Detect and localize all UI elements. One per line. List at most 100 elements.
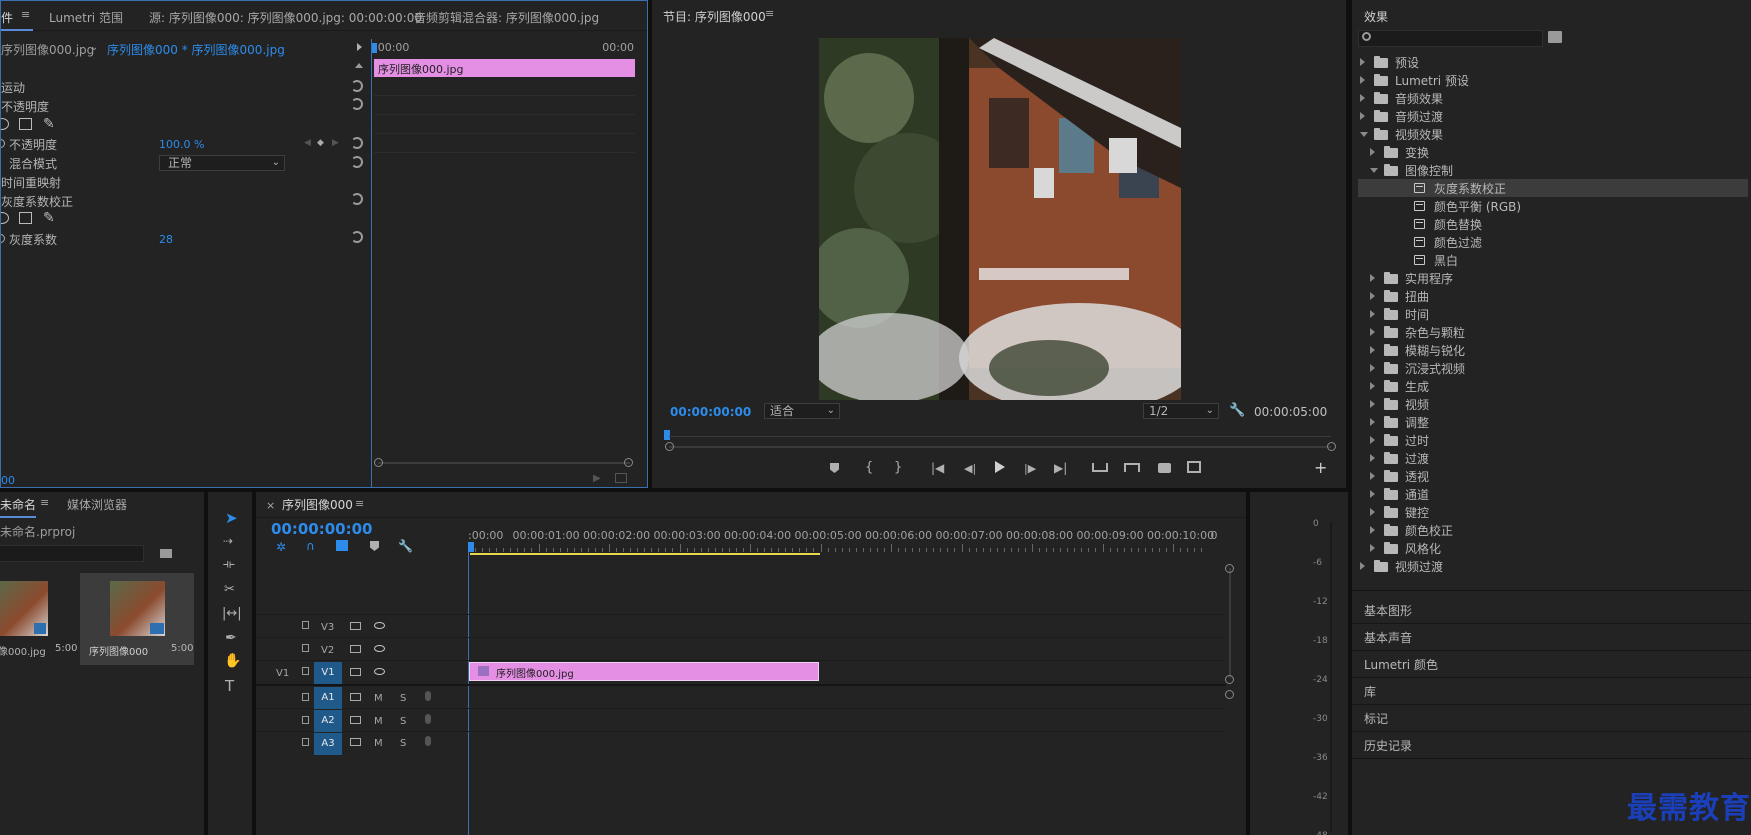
track-a3[interactable]: A3 xyxy=(314,733,342,755)
effects-item[interactable]: 实用程序 xyxy=(1358,269,1748,287)
effects-item[interactable]: 颜色过滤 xyxy=(1358,233,1748,251)
chevron-down-icon[interactable]: ⌄ xyxy=(90,42,98,53)
sync-lock-icon[interactable] xyxy=(350,738,361,746)
chevron-right-icon[interactable] xyxy=(1370,382,1375,390)
side-panel-tab[interactable]: 标记 xyxy=(1364,710,1388,727)
close-icon[interactable]: × xyxy=(266,499,275,512)
stopwatch-icon[interactable] xyxy=(1,234,5,243)
comparison-view-icon[interactable] xyxy=(1187,461,1201,473)
prop-blend-mode[interactable]: 混合模式 正常 ⌄ xyxy=(1,155,371,175)
camera-icon[interactable] xyxy=(1158,463,1171,473)
effects-item[interactable]: 颜色替换 xyxy=(1358,215,1748,233)
sync-lock-icon[interactable] xyxy=(350,645,361,653)
program-playhead-icon[interactable] xyxy=(664,430,670,440)
effects-item[interactable]: 沉浸式视频 xyxy=(1358,359,1748,377)
ec-current-time[interactable]: 00 xyxy=(1,474,15,487)
linked-selection-icon[interactable] xyxy=(336,540,348,551)
mute-button[interactable]: M xyxy=(374,693,383,704)
side-panel-tab[interactable]: 基本图形 xyxy=(1364,602,1412,619)
chevron-right-icon[interactable] xyxy=(1370,400,1375,408)
effects-item[interactable]: 音频过渡 xyxy=(1358,107,1748,125)
project-search[interactable] xyxy=(0,545,144,562)
razor-tool-icon[interactable]: ✂ xyxy=(224,582,235,597)
ellipse-mask-icon[interactable] xyxy=(1,118,9,130)
type-tool-icon[interactable]: T xyxy=(225,677,234,695)
chevron-right-icon[interactable] xyxy=(1360,562,1365,570)
timeline-vscroll[interactable] xyxy=(1229,568,1231,678)
add-button-icon[interactable]: + xyxy=(1314,458,1327,477)
prop-opacity-group[interactable]: 不透明度 xyxy=(1,98,371,118)
lock-icon[interactable] xyxy=(302,716,309,724)
effects-item[interactable]: 图像控制 xyxy=(1358,161,1748,179)
tab-project[interactable]: 未命名 xyxy=(0,496,36,513)
mic-icon[interactable] xyxy=(425,736,431,746)
work-area-bar[interactable] xyxy=(470,553,820,555)
ec-clip[interactable]: 序列图像000.jpg xyxy=(374,59,635,77)
sync-lock-icon[interactable] xyxy=(350,693,361,701)
effects-item[interactable]: 模糊与锐化 xyxy=(1358,341,1748,359)
reset-gamma-value-icon[interactable] xyxy=(351,231,363,243)
prop-motion[interactable]: 运动 xyxy=(1,79,371,99)
pen-tool-icon[interactable]: ✒ xyxy=(225,630,237,646)
chevron-right-icon[interactable] xyxy=(1370,508,1375,516)
effects-item[interactable]: 视频 xyxy=(1358,395,1748,413)
panel-menu-icon[interactable]: ≡ xyxy=(355,497,364,510)
effects-item[interactable]: 杂色与颗粒 xyxy=(1358,323,1748,341)
chevron-right-icon[interactable] xyxy=(1370,490,1375,498)
go-to-in-icon[interactable]: |◀ xyxy=(931,461,944,475)
project-item-clip[interactable]: 像000.jpg 5:00 xyxy=(0,573,77,665)
track-v2[interactable]: V2 xyxy=(321,645,334,656)
solo-button[interactable]: S xyxy=(400,716,406,727)
tab-media-browser[interactable]: 媒体浏览器 xyxy=(67,496,127,513)
chevron-right-icon[interactable] xyxy=(1370,526,1375,534)
blend-mode-select[interactable]: 正常 ⌄ xyxy=(159,155,285,171)
chevron-right-icon[interactable] xyxy=(1360,76,1365,84)
lock-icon[interactable] xyxy=(302,621,309,629)
side-panel-tab[interactable]: 历史记录 xyxy=(1364,737,1412,754)
reset-gamma-icon[interactable] xyxy=(351,193,363,205)
effects-item[interactable]: 变换 xyxy=(1358,143,1748,161)
reset-opacity-icon[interactable] xyxy=(351,98,363,110)
add-keyframe-icon[interactable]: ◆ xyxy=(317,138,324,148)
effects-item[interactable]: 风格化 xyxy=(1358,539,1748,557)
sync-lock-icon[interactable] xyxy=(350,668,361,676)
chevron-down-icon[interactable] xyxy=(1360,132,1368,137)
quality-select[interactable]: 1/2 ⌄ xyxy=(1143,403,1219,419)
prop-time-remap[interactable]: 时间重映射 xyxy=(1,174,371,194)
extract-icon[interactable] xyxy=(1124,463,1140,472)
effects-item[interactable]: 透视 xyxy=(1358,467,1748,485)
effects-item[interactable]: 音频效果 xyxy=(1358,89,1748,107)
reset-motion-icon[interactable] xyxy=(351,80,363,92)
chevron-right-icon[interactable] xyxy=(1370,328,1375,336)
vscroll-handle-top[interactable] xyxy=(1225,564,1234,573)
vscroll-handle-audio[interactable] xyxy=(1225,690,1234,699)
step-forward-icon[interactable]: |▶ xyxy=(1024,462,1036,475)
source-patch-v1[interactable]: V1 xyxy=(276,668,289,679)
mic-icon[interactable] xyxy=(425,714,431,724)
snap-icon[interactable]: ∩ xyxy=(306,539,315,553)
fit-select[interactable]: 适合 ⌄ xyxy=(764,403,840,419)
chevron-right-icon[interactable] xyxy=(1360,112,1365,120)
effects-item[interactable]: 过时 xyxy=(1358,431,1748,449)
timeline-ruler[interactable]: :00:00 00:00:01:00 00:00:02:00 00:00:03:00 0… xyxy=(468,492,1228,554)
search-bin-icon[interactable] xyxy=(160,549,172,558)
rectangle-mask-icon[interactable] xyxy=(19,118,32,130)
program-timecode[interactable]: 00:00:00:00 xyxy=(670,405,751,419)
effects-item[interactable]: 时间 xyxy=(1358,305,1748,323)
lock-icon[interactable] xyxy=(302,693,309,701)
timeline-settings-icon[interactable]: 🔧 xyxy=(398,539,413,553)
expand-timeline-icon[interactable] xyxy=(357,43,362,51)
scroll-handle-left[interactable] xyxy=(665,442,674,451)
ripple-edit-tool-icon[interactable]: ⟛ xyxy=(223,557,235,572)
chevron-right-icon[interactable] xyxy=(1370,310,1375,318)
ec-scroll-handle-right[interactable] xyxy=(624,458,633,467)
side-panel-tab[interactable]: Lumetri 颜色 xyxy=(1364,656,1438,673)
solo-button[interactable]: S xyxy=(400,738,406,749)
timeline-timecode[interactable]: 00:00:00:00 xyxy=(271,520,373,538)
pen-mask-icon[interactable]: ✎ xyxy=(43,210,55,226)
effects-item[interactable]: 视频过渡 xyxy=(1358,557,1748,575)
hand-tool-icon[interactable]: ✋ xyxy=(224,653,241,669)
selection-tool-icon[interactable]: ➤ xyxy=(225,509,238,527)
effects-item[interactable]: 黑白 xyxy=(1358,251,1748,269)
chevron-right-icon[interactable] xyxy=(1370,454,1375,462)
